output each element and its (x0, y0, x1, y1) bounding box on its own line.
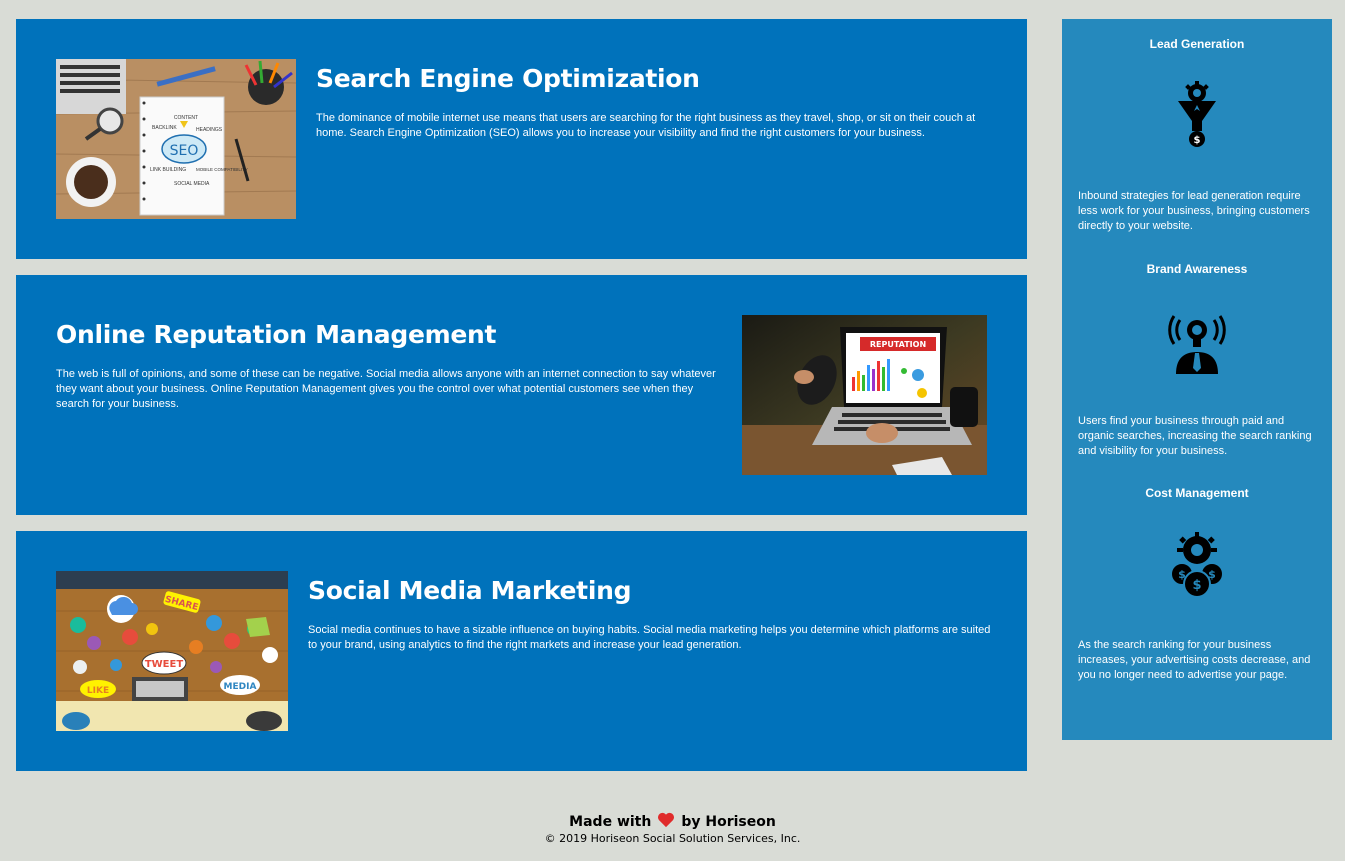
seo-image-label-headings: HEADINGS (196, 127, 223, 133)
social-image-label-like: LIKE (87, 686, 109, 696)
seo-image-label-link-building: LINK BUILDING (150, 167, 186, 173)
footer-made-with: Made with by Horiseon (0, 812, 1345, 830)
benefit-cost-management: Cost Management $ $ $ As the search rank… (1062, 486, 1332, 681)
benefit-text: Inbound strategies for lead generation r… (1078, 190, 1310, 232)
seo-image-label-backlink: BACKLINK (152, 125, 177, 131)
seo-image-label-content: CONTENT (174, 115, 198, 121)
heart-icon (658, 812, 675, 828)
svg-text:$: $ (1208, 568, 1216, 581)
benefit-text: Users find your business through paid an… (1078, 415, 1312, 457)
benefit-title: Lead Generation (1149, 37, 1245, 51)
cost-management-icon: $ $ $ (1170, 532, 1224, 598)
footer: Made with by Horiseon © 2019 Horiseon Soc… (0, 812, 1345, 845)
reputation-image-label: REPUTATION (870, 340, 926, 349)
seo-image-label-social-media: SOCIAL MEDIA (174, 181, 210, 187)
section-title: Online Reputation Management (56, 320, 497, 349)
seo-image-label-seo: SEO (170, 143, 199, 159)
footer-made-with-text: Made with (569, 814, 652, 830)
benefit-brand-awareness: Brand Awareness Users find your business… (1062, 262, 1332, 457)
reputation-image: REPUTATION (742, 315, 987, 475)
seo-image-label-mobile: MOBILE COMPATIBILITY (196, 167, 248, 172)
social-image-label-media: MEDIA (224, 682, 257, 692)
main-content: SEO CONTENT BACKLINK HEADINGS LINK BUILD… (16, 19, 1027, 787)
footer-copyright: © 2019 Horiseon Social Solution Services… (544, 832, 801, 845)
social-image-label-tweet: TWEET (145, 659, 184, 670)
section-title: Search Engine Optimization (316, 64, 700, 93)
svg-text:$: $ (1194, 135, 1201, 146)
benefit-lead-generation: Lead Generation $ Inbound strategies for… (1062, 37, 1332, 232)
footer-by-text: by Horiseon (681, 814, 776, 830)
section-text: Social media continues to have a sizable… (308, 624, 991, 651)
brand-awareness-icon (1168, 315, 1226, 374)
seo-image: SEO CONTENT BACKLINK HEADINGS LINK BUILD… (56, 59, 296, 219)
section-social-media-marketing: SHARE TWEET LIKE MEDIA Social Media Mark… (16, 531, 1027, 771)
benefit-title: Brand Awareness (1146, 262, 1248, 276)
benefit-title: Cost Management (1145, 486, 1249, 500)
section-search-engine-optimization: SEO CONTENT BACKLINK HEADINGS LINK BUILD… (16, 19, 1027, 259)
section-text: The dominance of mobile internet use mea… (316, 112, 976, 139)
svg-text:$: $ (1178, 568, 1186, 581)
section-online-reputation-management: Online Reputation Management The web is … (16, 275, 1027, 515)
social-media-image: SHARE TWEET LIKE MEDIA (56, 571, 288, 731)
section-title: Social Media Marketing (308, 576, 632, 605)
benefits-sidebar: Lead Generation $ Inbound strategies for… (1062, 19, 1332, 740)
benefit-text: As the search ranking for your business … (1078, 639, 1311, 681)
svg-text:$: $ (1192, 578, 1201, 593)
lead-generation-icon: $ (1178, 81, 1216, 147)
section-text: The web is full of opinions, and some of… (56, 368, 716, 410)
